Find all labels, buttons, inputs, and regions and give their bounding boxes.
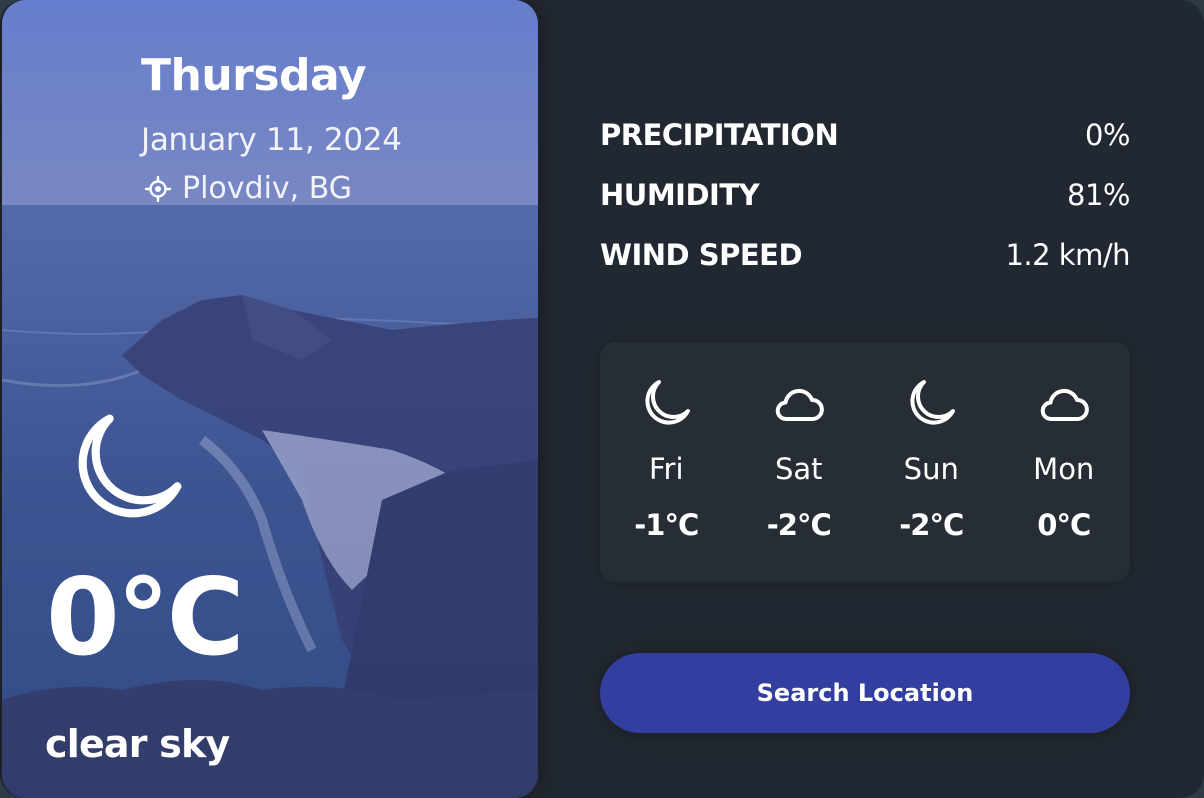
forecast-temp: 0°C bbox=[1037, 508, 1091, 542]
search-location-button[interactable]: Search Location bbox=[600, 653, 1130, 733]
cloud-icon bbox=[1040, 389, 1089, 421]
stat-label: HUMIDITY bbox=[600, 178, 760, 212]
forecast-day-label: Mon bbox=[1033, 452, 1095, 486]
stat-label: PRECIPITATION bbox=[600, 118, 839, 152]
forecast-panel: Fri -1°C Sat -2°C Sun -2°C Mon 0°C bbox=[600, 342, 1130, 582]
forecast-day-sat: Sat -2°C bbox=[739, 372, 859, 582]
forecast-day-label: Sun bbox=[903, 452, 959, 486]
current-weather-panel: Thursday January 11, 2024 Plovdiv, BG 0°… bbox=[2, 0, 538, 798]
location-label: Plovdiv, BG bbox=[182, 171, 353, 206]
current-date: January 11, 2024 bbox=[141, 122, 402, 158]
moon-icon bbox=[910, 380, 956, 425]
forecast-day-sun: Sun -2°C bbox=[871, 372, 991, 582]
stat-value: 81% bbox=[1067, 178, 1130, 212]
forecast-temp: -1°C bbox=[634, 508, 699, 542]
stat-wind-speed: WIND SPEED 1.2 km/h bbox=[600, 225, 1130, 285]
weather-card: Thursday January 11, 2024 Plovdiv, BG 0°… bbox=[0, 0, 1204, 798]
weather-description: clear sky bbox=[45, 722, 230, 766]
location-pin-icon bbox=[144, 175, 172, 202]
moon-icon bbox=[645, 380, 691, 425]
forecast-temp: -2°C bbox=[899, 508, 964, 542]
current-temperature: 0°C bbox=[46, 556, 245, 679]
weather-stats: PRECIPITATION 0% HUMIDITY 81% WIND SPEED… bbox=[600, 105, 1131, 285]
forecast-day-label: Sat bbox=[774, 452, 823, 486]
stat-label: WIND SPEED bbox=[600, 238, 803, 272]
stat-precipitation: PRECIPITATION 0% bbox=[600, 105, 1131, 165]
stat-value: 1.2 km/h bbox=[1005, 238, 1130, 272]
cloud-icon bbox=[775, 389, 824, 421]
forecast-day-label: Fri bbox=[648, 452, 684, 486]
forecast-day-fri: Fri -1°C bbox=[606, 372, 726, 582]
forecast-temp: -2°C bbox=[766, 508, 832, 542]
stat-humidity: HUMIDITY 81% bbox=[600, 165, 1130, 225]
day-name: Thursday bbox=[141, 50, 367, 101]
forecast-day-mon: Mon 0°C bbox=[1004, 372, 1124, 582]
current-location: Plovdiv, BG bbox=[144, 171, 352, 206]
moon-icon bbox=[78, 414, 182, 518]
stat-value: 0% bbox=[1084, 118, 1131, 152]
